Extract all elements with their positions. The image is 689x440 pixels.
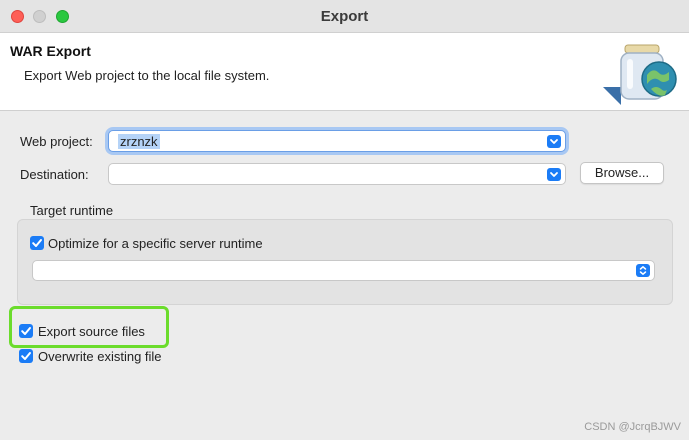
updown-chevron-icon[interactable]	[636, 264, 650, 277]
window-title: Export	[320, 8, 369, 25]
wizard-title: WAR Export	[10, 43, 91, 59]
server-runtime-select[interactable]	[32, 260, 655, 281]
web-project-value: zrznzk	[118, 134, 160, 149]
overwrite-label[interactable]: Overwrite existing file	[38, 349, 162, 364]
export-source-label[interactable]: Export source files	[38, 324, 145, 339]
export-source-checkbox[interactable]	[19, 324, 33, 338]
overwrite-checkbox[interactable]	[19, 349, 33, 363]
web-project-label: Web project:	[20, 134, 93, 149]
wizard-banner: WAR Export Export Web project to the loc…	[0, 33, 689, 111]
chevron-down-icon[interactable]	[547, 168, 561, 181]
destination-combo[interactable]	[108, 163, 566, 185]
export-jar-globe-icon	[603, 39, 683, 109]
destination-label: Destination:	[20, 167, 89, 182]
web-project-combo[interactable]: zrznzk	[108, 130, 566, 152]
watermark: CSDN @JcrqBJWV	[584, 421, 681, 433]
target-runtime-title: Target runtime	[30, 203, 114, 218]
optimize-runtime-label[interactable]: Optimize for a specific server runtime	[48, 236, 263, 251]
chevron-down-icon[interactable]	[547, 135, 561, 148]
browse-button[interactable]: Browse...	[580, 162, 664, 184]
optimize-runtime-checkbox[interactable]	[30, 236, 44, 250]
window-titlebar: Export	[0, 0, 689, 33]
wizard-description: Export Web project to the local file sys…	[24, 68, 270, 83]
